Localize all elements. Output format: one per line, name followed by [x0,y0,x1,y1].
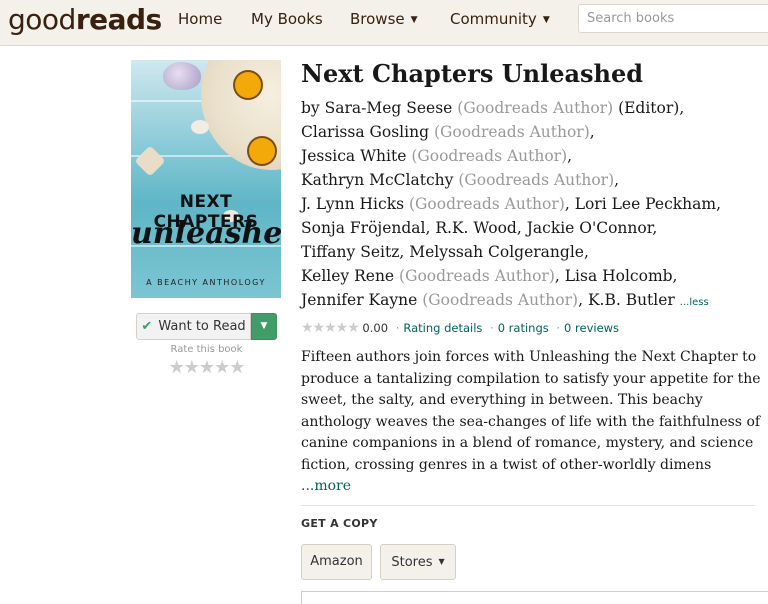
less-link[interactable]: ...less [680,297,709,308]
nav-my-books[interactable]: My Books [251,10,323,28]
caret-down-icon: ▼ [410,15,418,25]
author-link[interactable]: Sonja Fröjendal, R.K. Wood, Jackie O'Con… [301,219,657,237]
logo-reads: reads [75,3,162,36]
author-line: Sonja Fröjendal, R.K. Wood, Jackie O'Con… [301,216,761,240]
want-to-read-button[interactable]: ✔ Want to Read [136,313,251,340]
shelf-dropdown-button[interactable]: ▼ [251,313,277,340]
separator-dot: · [395,321,400,335]
cover-shell [163,62,201,90]
stores-panel [301,591,768,604]
author-line: Tiffany Seitz, Melyssah Colgerangle, [301,240,761,264]
average-rating-value: 0.00 [362,321,389,335]
cover-starfish [134,145,166,177]
stores-button[interactable]: Stores ▼ [380,544,456,580]
author-link[interactable]: Clarissa Gosling [301,123,429,141]
search-input[interactable] [578,4,768,33]
author-link[interactable]: Sara-Meg Seese [325,99,453,117]
separator: , [614,171,620,189]
ratings-count-link[interactable]: 0 ratings [498,321,549,335]
caret-down-icon: ▼ [542,15,550,25]
author-line: Clarissa Gosling (Goodreads Author), [301,120,761,144]
goodreads-author-badge: (Goodreads Author) [399,267,555,285]
nav-browse-label: Browse [350,10,405,28]
author-line: J. Lynn Hicks (Goodreads Author), Lori L… [301,192,761,216]
average-rating-stars: ★★★★★ [301,320,360,336]
rate-star-1[interactable]: ★ [169,357,185,378]
author-link[interactable]: Kelley Rene [301,267,394,285]
rate-stars: ★★★★★ [136,357,277,378]
description-text: Fifteen authors join forces with Unleash… [301,349,761,473]
want-to-read-label: Want to Read [158,319,246,334]
author-role: (Editor), [618,99,685,117]
rate-star-4[interactable]: ★ [214,357,230,378]
author-link[interactable]: J. Lynn Hicks [301,195,404,213]
reviews-count-link[interactable]: 0 reviews [564,321,619,335]
cover-sunglasses [249,138,275,164]
get-a-copy-heading: GET A COPY [301,517,378,530]
more-link[interactable]: ...more [301,478,351,494]
caret-down-icon: ▼ [260,321,268,331]
goodreads-author-badge: (Goodreads Author) [458,171,615,189]
caret-down-icon: ▼ [438,557,445,566]
rating-details-link[interactable]: Rating details [403,321,482,335]
nav-home[interactable]: Home [178,10,222,28]
logo-good: good [8,3,76,36]
book-description: Fifteen authors join forces with Unleash… [301,347,761,498]
author-link[interactable]: Lisa Holcomb, [565,267,678,285]
goodreads-logo[interactable]: goodreads [8,3,162,36]
goodreads-author-badge: (Goodreads Author) [433,123,590,141]
author-link[interactable]: Jennifer Kayne [301,291,417,309]
author-link[interactable]: K.B. Butler [588,291,675,309]
cover-sunglasses [235,72,261,98]
separator: , [589,123,595,141]
author-link[interactable]: Lori Lee Peckham, [575,195,721,213]
author-line: Jennifer Kayne (Goodreads Author), K.B. … [301,288,761,315]
cover-shell [191,120,209,134]
author-line: by Sara-Meg Seese (Goodreads Author) (Ed… [301,96,761,120]
by-label: by [301,99,320,117]
site-header: goodreads Home My Books Browse ▼ Communit… [0,0,768,46]
goodreads-author-badge: (Goodreads Author) [411,147,568,165]
author-link[interactable]: Jessica White [301,147,406,165]
rate-star-3[interactable]: ★ [199,357,215,378]
author-link[interactable]: Tiffany Seitz, Melyssah Colgerangle, [301,243,589,261]
stores-label: Stores [391,555,433,570]
author-list: by Sara-Meg Seese (Goodreads Author) (Ed… [301,96,761,315]
check-icon: ✔ [141,319,153,334]
amazon-button[interactable]: Amazon [301,544,372,580]
author-line: Kathryn McClatchy (Goodreads Author), [301,168,761,192]
nav-community[interactable]: Community ▼ [450,10,550,28]
author-line: Kelley Rene (Goodreads Author), Lisa Hol… [301,264,761,288]
rate-star-5[interactable]: ★ [229,357,245,378]
rate-this-book-label: Rate this book [170,344,243,355]
separator-dot: · [556,321,561,335]
divider [301,505,755,506]
goodreads-author-badge: (Goodreads Author) [457,99,614,117]
nav-browse[interactable]: Browse ▼ [350,10,418,28]
author-line: Jessica White (Goodreads Author), [301,144,761,168]
book-title: Next Chapters Unleashed [301,59,644,88]
cover-subtitle: A BEACHY ANTHOLOGY [146,278,266,287]
separator: , [554,267,560,285]
book-cover[interactable]: NEXT CHAPTERS unleashed A BEACHY ANTHOLO… [131,60,281,298]
goodreads-author-badge: (Goodreads Author) [422,291,579,309]
author-link[interactable]: Kathryn McClatchy [301,171,453,189]
goodreads-author-badge: (Goodreads Author) [408,195,565,213]
rating-stats: ★★★★★ 0.00 · Rating details · 0 ratings · 0… [301,320,619,336]
rate-star-2[interactable]: ★ [184,357,200,378]
separator: , [567,147,573,165]
nav-community-label: Community [450,10,537,28]
separator: , [564,195,570,213]
separator: , [578,291,583,309]
separator-dot: · [490,321,494,335]
cover-title-line2: unleashed [131,216,281,251]
